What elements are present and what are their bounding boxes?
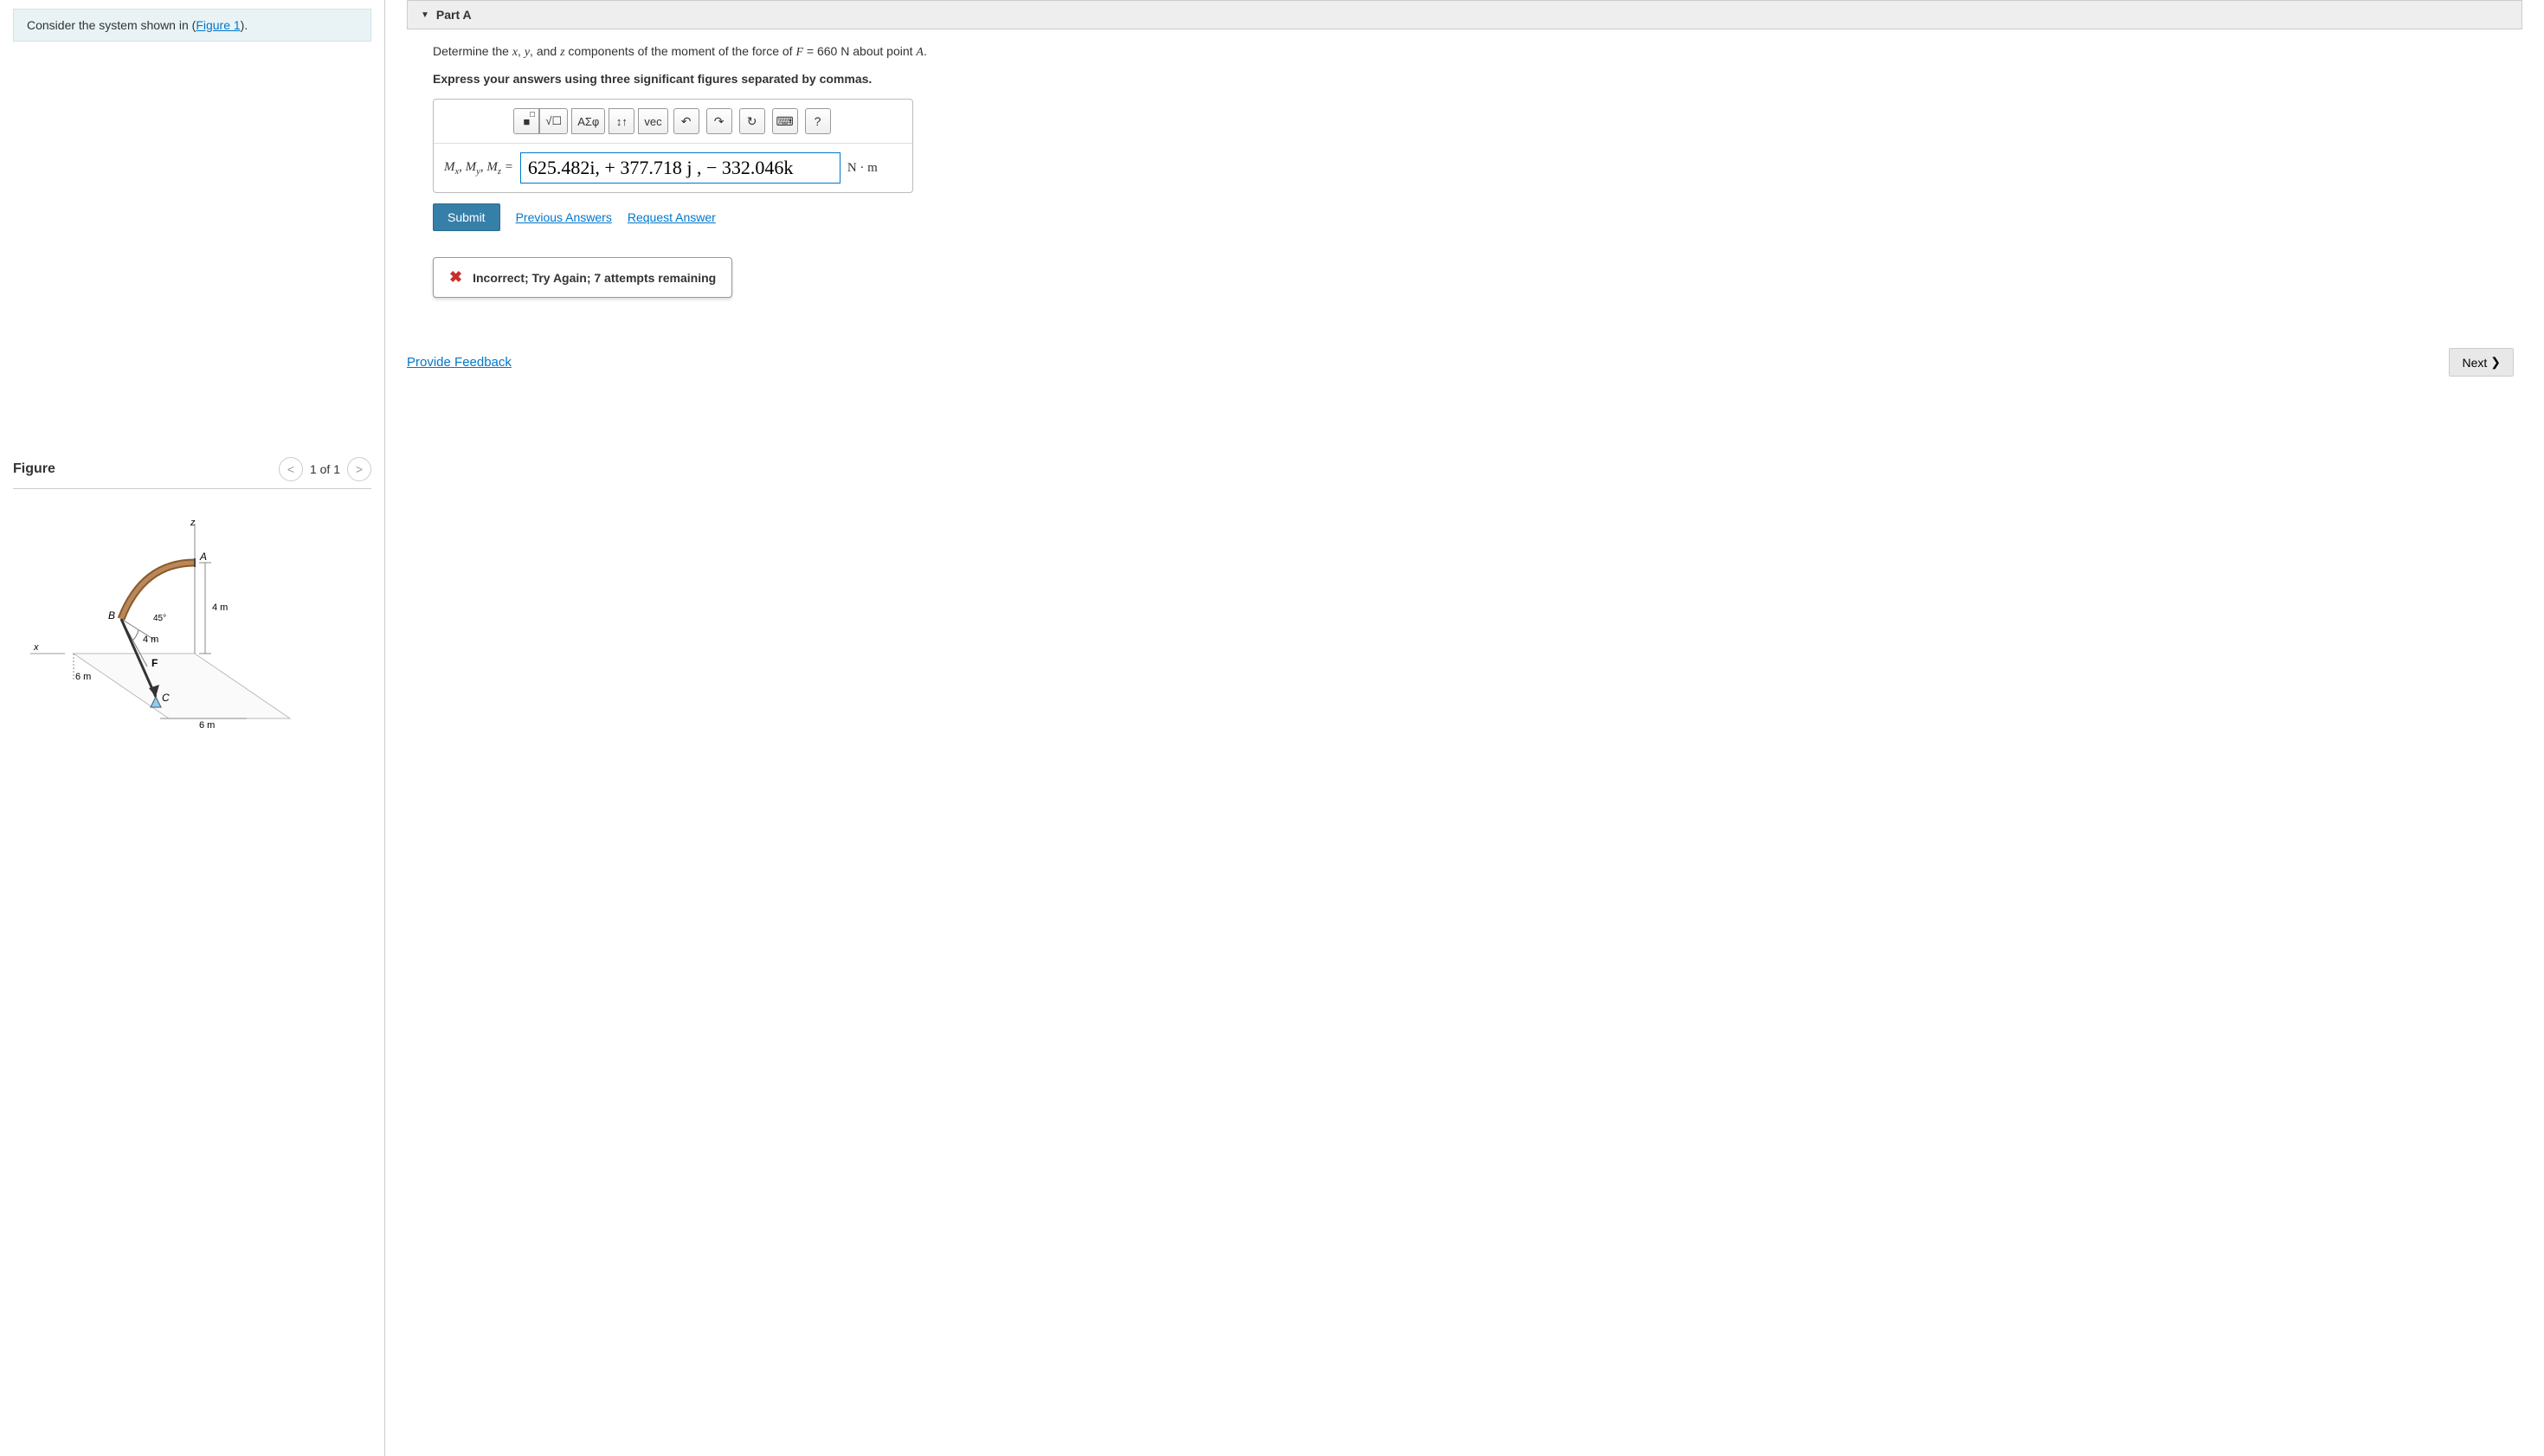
label-d4: 6 m xyxy=(199,720,215,731)
label-angle: 45° xyxy=(153,614,166,623)
keyboard-button[interactable]: ⌨ xyxy=(772,108,798,134)
label-d2: 4 m xyxy=(143,635,158,645)
answer-input[interactable] xyxy=(520,152,840,184)
chevron-right-icon: ❯ xyxy=(2490,355,2501,370)
greek-button[interactable]: ΑΣφ xyxy=(571,108,605,134)
caret-down-icon: ▼ xyxy=(421,10,429,20)
problem-statement: Consider the system shown in (Figure 1). xyxy=(13,9,371,42)
request-answer-link[interactable]: Request Answer xyxy=(628,210,716,224)
label-F: F xyxy=(151,657,158,669)
feedback-text: Incorrect; Try Again; 7 attempts remaini… xyxy=(473,271,716,285)
figure-title: Figure xyxy=(13,461,55,477)
problem-prefix: Consider the system shown in ( xyxy=(27,18,196,32)
label-C: C xyxy=(162,692,170,704)
problem-suffix: ). xyxy=(241,18,248,32)
provide-feedback-link[interactable]: Provide Feedback xyxy=(407,355,512,370)
figure-counter: 1 of 1 xyxy=(310,462,340,476)
part-title: Part A xyxy=(436,8,472,22)
vec-button[interactable]: vec xyxy=(638,108,667,134)
figure-next-button[interactable]: > xyxy=(347,457,371,481)
figure-link[interactable]: Figure 1 xyxy=(196,18,240,32)
previous-answers-link[interactable]: Previous Answers xyxy=(516,210,612,224)
answer-box: ■☐ √☐ ΑΣφ ↕↑ vec ↶ ↷ ↻ ⌨ ? xyxy=(433,99,913,193)
label-A: A xyxy=(199,551,207,563)
incorrect-icon: ✖ xyxy=(449,268,462,287)
part-header[interactable]: ▼ Part A xyxy=(407,0,2522,29)
equation-toolbar: ■☐ √☐ ΑΣφ ↕↑ vec ↶ ↷ ↻ ⌨ ? xyxy=(434,100,912,144)
label-B: B xyxy=(108,609,115,622)
instruction-text: Express your answers using three signifi… xyxy=(433,72,2496,86)
arrows-button[interactable]: ↕↑ xyxy=(609,108,634,134)
undo-button[interactable]: ↶ xyxy=(673,108,699,134)
sqrt-button[interactable]: √☐ xyxy=(539,108,568,134)
label-z: z xyxy=(190,518,196,528)
label-d1: 4 m xyxy=(212,602,228,613)
template-button[interactable]: ■☐ xyxy=(513,108,539,134)
question-text: Determine the x, y, and z components of … xyxy=(433,42,2496,61)
answer-unit: N · m xyxy=(847,161,878,176)
help-button[interactable]: ? xyxy=(805,108,831,134)
redo-button[interactable]: ↷ xyxy=(706,108,732,134)
figure-image: z x A B C F 45° 4 m 4 m 6 m 6 m xyxy=(13,506,371,743)
submit-button[interactable]: Submit xyxy=(433,203,500,231)
reset-button[interactable]: ↻ xyxy=(739,108,765,134)
label-x: x xyxy=(33,642,39,653)
answer-label: Mx, My, Mz = xyxy=(444,160,513,177)
feedback-box: ✖ Incorrect; Try Again; 7 attempts remai… xyxy=(433,257,732,298)
figure-prev-button[interactable]: < xyxy=(279,457,303,481)
next-button[interactable]: Next ❯ xyxy=(2449,348,2514,377)
label-d3: 6 m xyxy=(75,672,91,682)
